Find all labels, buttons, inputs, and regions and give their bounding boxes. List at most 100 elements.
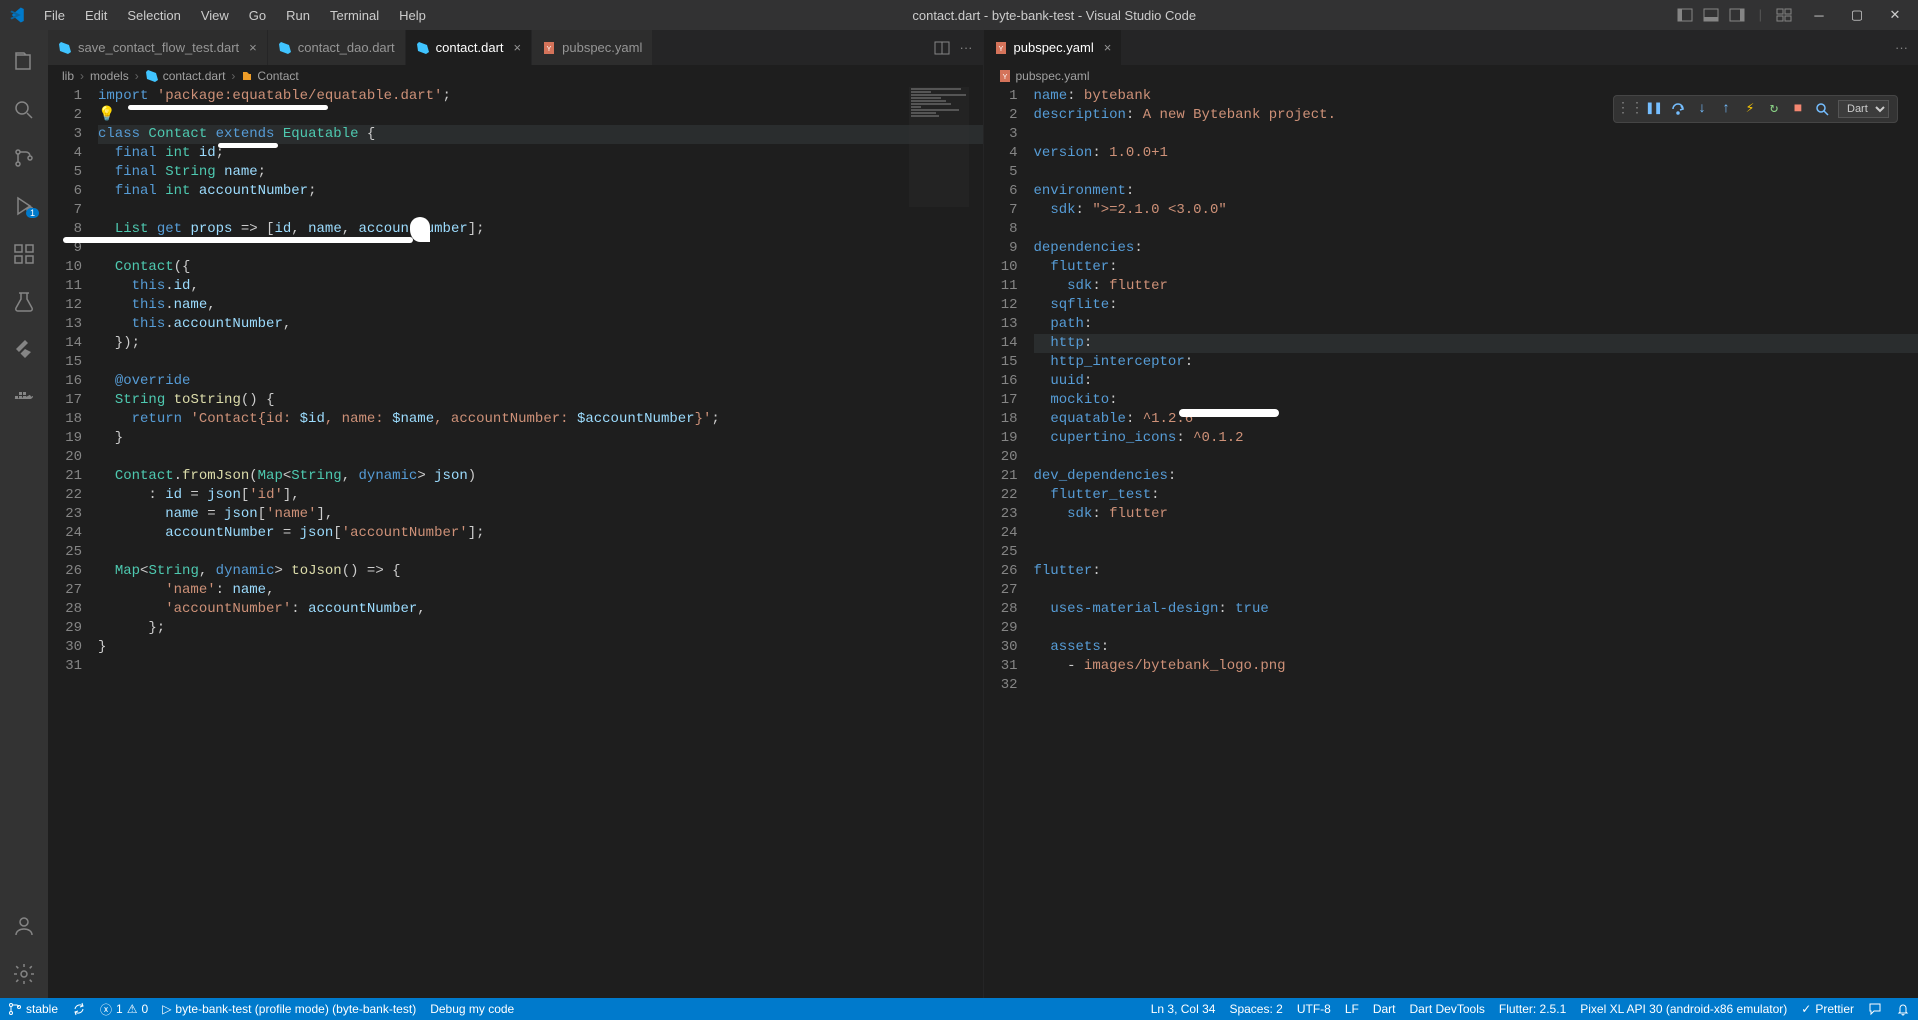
- code-line[interactable]: return 'Contact{id: $id, name: $name, ac…: [98, 410, 983, 429]
- code-line[interactable]: sdk: ">=2.1.0 <3.0.0": [1034, 201, 1918, 220]
- breadcrumb-item[interactable]: models: [90, 69, 129, 83]
- debug-target[interactable]: ▷ byte-bank-test (profile mode) (byte-ba…: [162, 1002, 416, 1016]
- code-line[interactable]: });: [98, 334, 983, 353]
- split-editor-icon[interactable]: [934, 40, 950, 56]
- account-icon[interactable]: [0, 902, 48, 950]
- step-into-icon[interactable]: ↓: [1694, 101, 1710, 117]
- code-line[interactable]: Contact.fromJson(Map<String, dynamic> js…: [98, 467, 983, 486]
- code-line[interactable]: version: 1.0.0+1: [1034, 144, 1918, 163]
- dart-devtools[interactable]: Dart DevTools: [1410, 1002, 1485, 1016]
- code-line[interactable]: [1034, 676, 1918, 695]
- code-line[interactable]: [1034, 524, 1918, 543]
- code-line[interactable]: sqflite:: [1034, 296, 1918, 315]
- code-line[interactable]: [98, 239, 983, 258]
- code-line[interactable]: 'accountNumber': accountNumber,: [98, 600, 983, 619]
- code-line[interactable]: final int id;: [98, 144, 983, 163]
- extensions-icon[interactable]: [0, 230, 48, 278]
- code-line[interactable]: [98, 657, 983, 676]
- code-line[interactable]: name = json['name'],: [98, 505, 983, 524]
- code-line[interactable]: uuid:: [1034, 372, 1918, 391]
- problems[interactable]: ⓧ 1 ⚠ 0: [100, 1001, 148, 1018]
- maximize-button[interactable]: ▢: [1842, 0, 1872, 30]
- code-line[interactable]: 'name': name,: [98, 581, 983, 600]
- eol[interactable]: LF: [1345, 1002, 1359, 1016]
- layout-sidebar-right-icon[interactable]: [1727, 5, 1747, 25]
- code-line[interactable]: sdk: flutter: [1034, 277, 1918, 296]
- menu-view[interactable]: View: [193, 4, 237, 27]
- code-line[interactable]: [98, 543, 983, 562]
- code-line[interactable]: uses-material-design: true: [1034, 600, 1918, 619]
- stop-icon[interactable]: ■: [1790, 101, 1806, 117]
- code-line[interactable]: accountNumber = json['accountNumber'];: [98, 524, 983, 543]
- menu-help[interactable]: Help: [391, 4, 434, 27]
- code-line[interactable]: - images/bytebank_logo.png: [1034, 657, 1918, 676]
- encoding[interactable]: UTF-8: [1297, 1002, 1331, 1016]
- tab-contact-dart[interactable]: contact.dart×: [406, 30, 533, 65]
- code-line[interactable]: Contact({: [98, 258, 983, 277]
- hot-reload-icon[interactable]: ⚡: [1742, 101, 1758, 117]
- cursor-position[interactable]: Ln 3, Col 34: [1151, 1002, 1216, 1016]
- more-actions-icon[interactable]: ···: [1895, 40, 1908, 55]
- close-tab-icon[interactable]: ×: [514, 40, 522, 55]
- tab-save_contact_flow_test-dart[interactable]: save_contact_flow_test.dart×: [48, 30, 268, 65]
- flutter-icon[interactable]: [0, 326, 48, 374]
- code-line[interactable]: [1034, 619, 1918, 638]
- docker-icon[interactable]: [0, 374, 48, 422]
- layout-customize-icon[interactable]: [1774, 5, 1794, 25]
- run-debug-icon[interactable]: 1: [0, 182, 48, 230]
- debug-config-select[interactable]: Dart: [1838, 100, 1889, 118]
- code-line[interactable]: }: [98, 638, 983, 657]
- breadcrumb-item[interactable]: pubspec.yaml: [1016, 69, 1090, 83]
- minimap[interactable]: [909, 87, 969, 207]
- pause-icon[interactable]: ❚❚: [1646, 101, 1662, 117]
- code-line[interactable]: Map<String, dynamic> toJson() => {: [98, 562, 983, 581]
- code-line[interactable]: mockito:: [1034, 391, 1918, 410]
- step-over-icon[interactable]: [1670, 101, 1686, 117]
- notifications-icon[interactable]: [1896, 1002, 1910, 1016]
- breadcrumb-item[interactable]: lib: [62, 69, 74, 83]
- step-out-icon[interactable]: ↑: [1718, 101, 1734, 117]
- code-line[interactable]: this.name,: [98, 296, 983, 315]
- code-line[interactable]: : id = json['id'],: [98, 486, 983, 505]
- sync-button[interactable]: [72, 1002, 86, 1016]
- code-line[interactable]: final int accountNumber;: [98, 182, 983, 201]
- code-line[interactable]: assets:: [1034, 638, 1918, 657]
- layout-sidebar-icon[interactable]: [1675, 5, 1695, 25]
- minimize-button[interactable]: ─: [1804, 0, 1834, 30]
- code-line[interactable]: [1034, 543, 1918, 562]
- code-line[interactable]: this.accountNumber,: [98, 315, 983, 334]
- menu-selection[interactable]: Selection: [119, 4, 188, 27]
- explorer-icon[interactable]: [0, 38, 48, 86]
- code-line[interactable]: this.id,: [98, 277, 983, 296]
- search-icon[interactable]: [0, 86, 48, 134]
- code-line[interactable]: [1034, 125, 1918, 144]
- indentation[interactable]: Spaces: 2: [1229, 1002, 1282, 1016]
- drag-handle-icon[interactable]: ⋮⋮: [1622, 101, 1638, 117]
- code-line[interactable]: class Contact extends Equatable {: [98, 125, 983, 144]
- source-control-icon[interactable]: [0, 134, 48, 182]
- code-line[interactable]: [98, 201, 983, 220]
- code-line[interactable]: import 'package:equatable/equatable.dart…: [98, 87, 983, 106]
- menu-run[interactable]: Run: [278, 4, 318, 27]
- code-line[interactable]: String toString() {: [98, 391, 983, 410]
- code-line[interactable]: };: [98, 619, 983, 638]
- debug-mode[interactable]: Debug my code: [430, 1002, 514, 1016]
- code-line[interactable]: @override: [98, 372, 983, 391]
- tab-pubspec-yaml[interactable]: Ypubspec.yaml: [532, 30, 653, 65]
- menu-edit[interactable]: Edit: [77, 4, 115, 27]
- settings-icon[interactable]: [0, 950, 48, 998]
- tab-pubspec-yaml[interactable]: Ypubspec.yaml×: [984, 30, 1123, 65]
- device[interactable]: Pixel XL API 30 (android-x86 emulator): [1580, 1002, 1787, 1016]
- close-tab-icon[interactable]: ×: [249, 40, 257, 55]
- code-line[interactable]: [98, 353, 983, 372]
- code-line[interactable]: equatable: ^1.2.6: [1034, 410, 1918, 429]
- code-line[interactable]: final String name;: [98, 163, 983, 182]
- menu-go[interactable]: Go: [241, 4, 274, 27]
- code-line[interactable]: List get props => [id, name, accountNumb…: [98, 220, 983, 239]
- close-button[interactable]: ✕: [1880, 0, 1910, 30]
- code-line[interactable]: [1034, 163, 1918, 182]
- prettier[interactable]: ✓ Prettier: [1801, 1002, 1854, 1016]
- code-line[interactable]: dependencies:: [1034, 239, 1918, 258]
- code-line[interactable]: sdk: flutter: [1034, 505, 1918, 524]
- code-line[interactable]: http:: [1034, 334, 1918, 353]
